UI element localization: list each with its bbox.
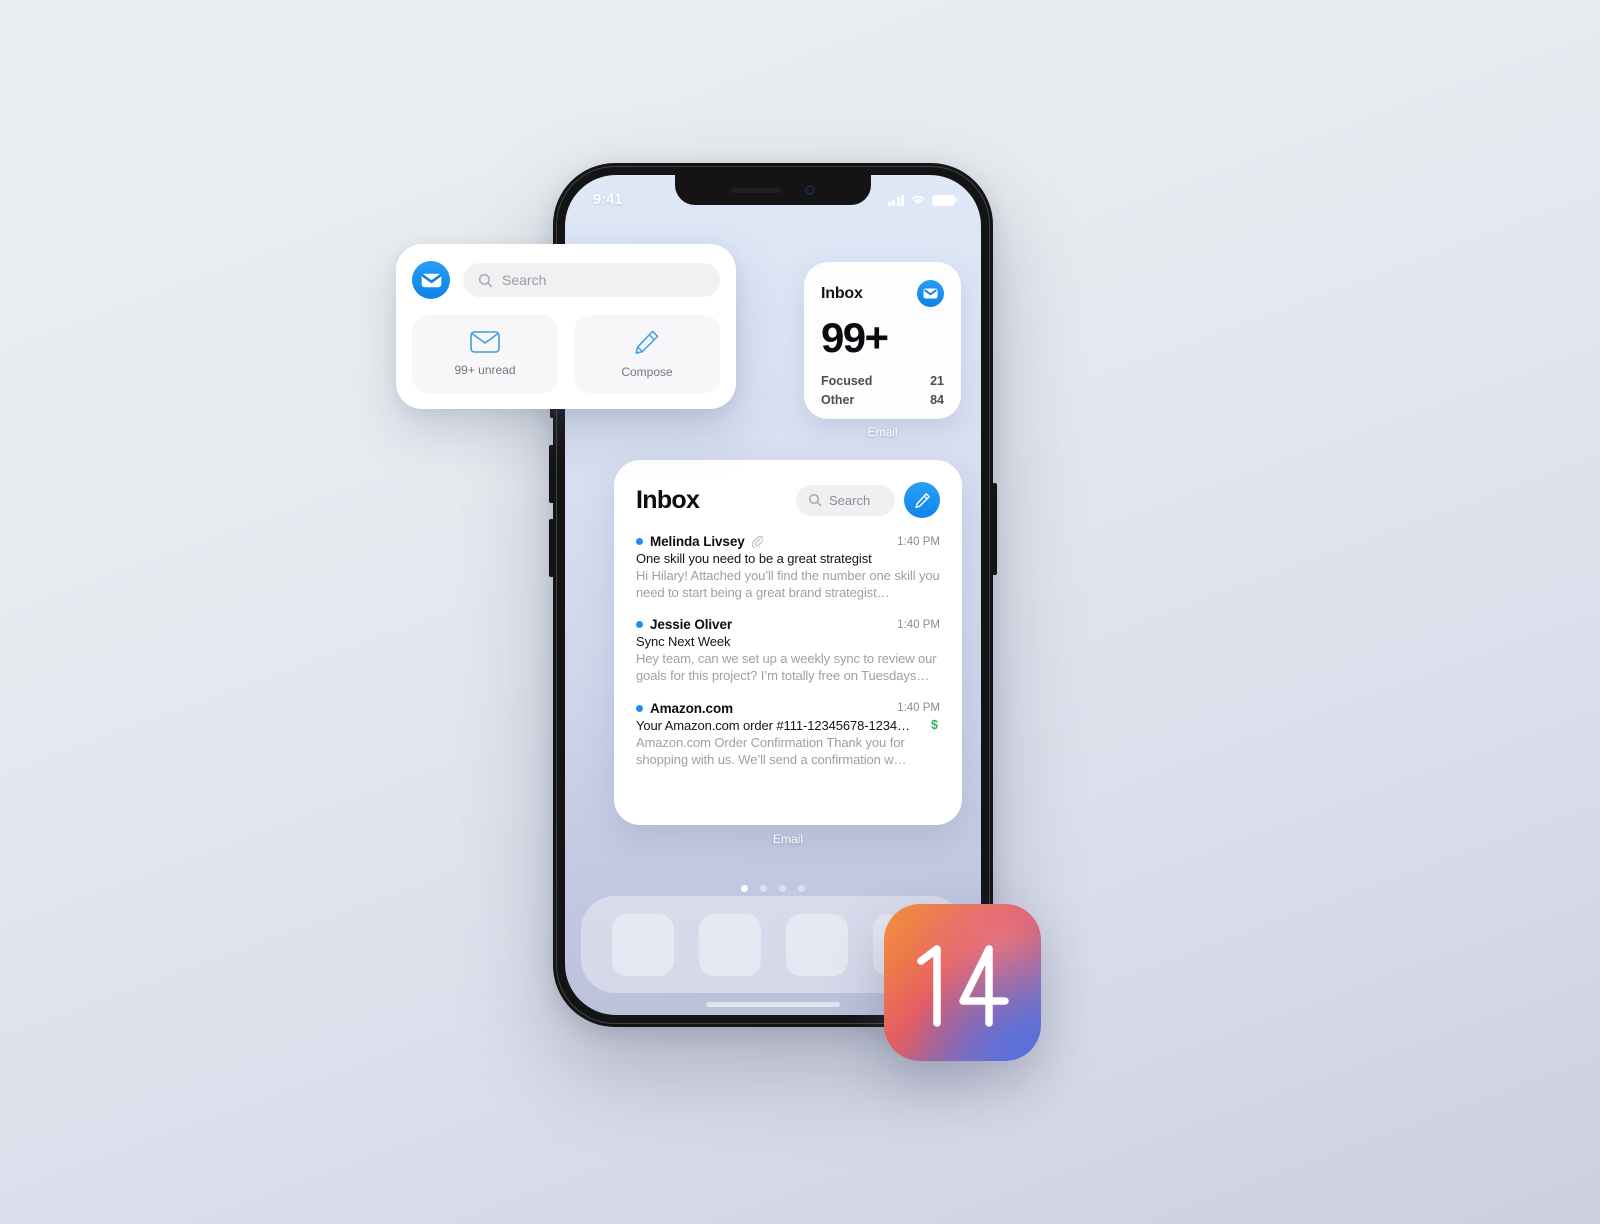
page-indicator-dots[interactable] [565,885,981,892]
status-bar-time: 9:41 [593,192,623,208]
mail-item-header: Amazon.com 1:40 PM [636,701,940,716]
compose-button[interactable] [904,482,940,518]
inbox-list-widget[interactable]: Inbox Search Melinda Livsey 1:40 PM One … [614,460,962,825]
dollar-flag-icon: $ [931,718,938,733]
mail-subject-row: Sync Next Week [636,634,940,649]
search-icon [478,273,493,287]
pencil-compose-icon [914,492,930,508]
mail-item-header: Melinda Livsey 1:40 PM [636,534,940,549]
inbox-count-row-label: Focused [821,374,873,388]
floating-widget-tiles: 99+ unread Compose [412,315,720,393]
search-input[interactable]: Search [463,263,720,297]
inbox-count-row-value: 84 [930,393,944,407]
mail-time: 1:40 PM [897,702,940,715]
pencil-compose-icon [635,330,659,354]
inbox-count-row-label: Other [821,393,855,407]
inbox-count-breakdown: Focused 21 Other 84 [821,374,944,407]
mail-sender: Jessie Oliver [650,617,733,633]
inbox-count-widget[interactable]: Inbox 99+ Focused 21 Other 84 [804,262,961,419]
mail-list-item[interactable]: Amazon.com 1:40 PM Your Amazon.com order… [636,701,940,768]
dock-app-placeholder-2[interactable] [698,913,761,976]
home-indicator[interactable] [706,1002,840,1007]
volume-down-button[interactable] [549,519,554,577]
wifi-icon [911,195,925,205]
floating-mail-widget[interactable]: Search 99+ unread Compose [396,244,736,409]
inbox-count-widget-label: Email [867,425,898,439]
ios-version-number [916,944,1009,1027]
unread-dot-icon [636,621,643,629]
mail-subject: One skill you need to be a great strateg… [636,551,872,566]
dock-app-placeholder-1[interactable] [611,913,674,976]
mail-list-item[interactable]: Jessie Oliver 1:40 PM Sync Next Week Hey… [636,617,940,684]
status-bar-indicators [887,194,958,206]
mail-item-header: Jessie Oliver 1:40 PM [636,617,940,632]
inbox-unread-count: 99+ [821,314,889,361]
mail-time: 1:40 PM [897,618,940,631]
search-input[interactable]: Search [796,484,895,516]
mail-subject-row: Your Amazon.com order #111-12345678-1234… [636,718,940,733]
mail-preview: Amazon.com Order Confirmation Thank you … [636,734,907,767]
floating-widget-top-row: Search [412,261,720,299]
mail-app-icon[interactable] [917,280,944,307]
compose-tile-label: Compose [621,365,673,379]
envelope-glyph-icon [421,273,441,287]
paperclip-icon [751,535,763,548]
mail-sender: Melinda Livsey [650,534,745,549]
power-button[interactable] [992,483,997,575]
unread-dot-icon [636,538,643,545]
unread-tile-button[interactable]: 99+ unread [412,315,558,393]
mail-app-icon[interactable] [412,261,450,299]
mail-subject: Sync Next Week [636,634,731,650]
inbox-list-widget-title: Inbox [636,485,700,514]
envelope-glyph-icon [923,288,938,299]
search-icon [808,493,822,507]
page-dot-4[interactable] [798,885,805,892]
volume-up-button[interactable] [549,445,554,503]
signal-bars-icon [887,194,904,206]
search-placeholder: Search [502,272,547,288]
page-dot-3[interactable] [779,885,786,892]
inbox-list-widget-label: Email [772,832,803,846]
front-camera-icon [805,185,815,195]
notch [675,175,871,205]
compose-tile-button[interactable]: Compose [574,315,720,393]
earpiece-speaker-icon [731,187,781,193]
mail-list-item[interactable]: Melinda Livsey 1:40 PM One skill you nee… [636,534,940,601]
dock-app-placeholder-3[interactable] [785,913,848,976]
mail-subject-row: One skill you need to be a great strateg… [636,551,940,566]
mail-preview: Hey team, can we set up a weekly sync to… [636,651,937,684]
mail-preview: Hi Hilary! Attached you’ll find the numb… [636,568,940,601]
inbox-count-row-value: 21 [930,374,944,388]
mail-subject: Your Amazon.com order #111-12345678-1234… [636,717,910,733]
inbox-count-widget-title: Inbox [821,284,863,302]
inbox-count-row: Focused 21 [821,374,944,388]
battery-icon [932,194,958,206]
mail-time: 1:40 PM [897,535,940,548]
ios-14-badge [884,904,1041,1061]
inbox-count-row: Other 84 [821,393,944,407]
unread-dot-icon [636,704,643,712]
mail-sender: Amazon.com [650,700,734,716]
envelope-icon [470,331,500,353]
inbox-count-widget-header: Inbox [821,280,944,307]
page-dot-2[interactable] [760,885,767,892]
unread-tile-label: 99+ unread [454,363,516,377]
inbox-list-widget-header: Inbox Search [636,482,940,518]
search-placeholder: Search [829,492,871,508]
page-dot-1[interactable] [741,885,748,892]
